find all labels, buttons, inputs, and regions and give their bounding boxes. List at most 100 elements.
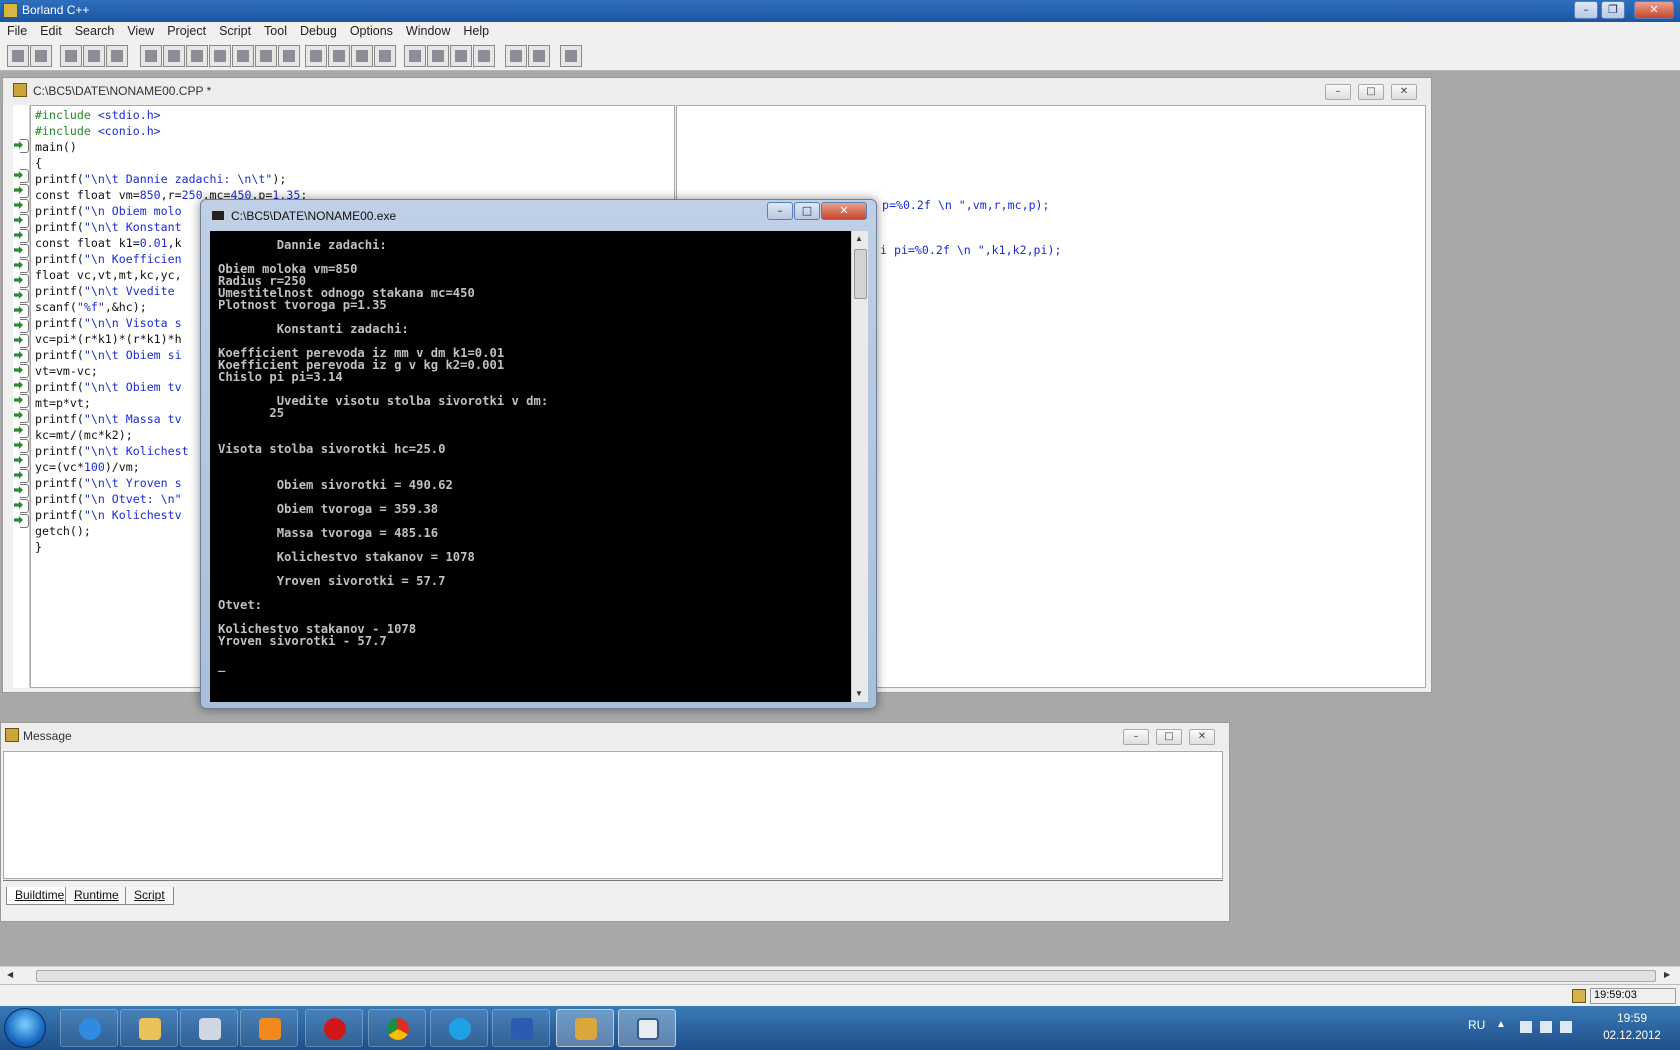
trace-into-icon[interactable]	[209, 45, 231, 67]
menu-options[interactable]: Options	[343, 22, 399, 38]
breakpoint-marker-icon[interactable]	[14, 214, 29, 228]
app-minimize-button[interactable]: –	[1574, 1, 1598, 19]
scroll-down-arrow-icon[interactable]: ▼	[855, 689, 863, 698]
breakpoint-marker-icon[interactable]	[14, 424, 29, 438]
editor-minimize-button[interactable]: –	[1325, 84, 1351, 100]
breakpoint-marker-icon[interactable]	[14, 304, 29, 318]
breakpoint-marker-icon[interactable]	[14, 469, 29, 483]
editor-maximize-button[interactable]: □	[1358, 84, 1384, 100]
taskbar-console[interactable]	[618, 1009, 676, 1047]
console-maximize-button[interactable]: □	[794, 202, 820, 220]
menu-search[interactable]: Search	[68, 22, 121, 38]
search-again-icon[interactable]	[450, 45, 472, 67]
start-button[interactable]	[4, 1008, 46, 1048]
network-icon[interactable]	[1540, 1021, 1552, 1033]
help-pointer-icon[interactable]	[560, 45, 582, 67]
copy-icon[interactable]	[351, 45, 373, 67]
tray-date[interactable]: 02.12.2012	[1592, 1030, 1672, 1042]
tab-script[interactable]: Script	[125, 887, 174, 905]
message-minimize-button[interactable]: –	[1123, 729, 1149, 745]
horizontal-scroll-thumb[interactable]	[36, 970, 1656, 982]
step-over-icon[interactable]	[186, 45, 208, 67]
taskbar-word[interactable]	[492, 1009, 550, 1047]
taskbar-internet-explorer[interactable]	[60, 1009, 118, 1047]
breakpoint-marker-icon[interactable]	[14, 454, 29, 468]
editor-close-button[interactable]: ✕	[1391, 84, 1417, 100]
save-project-icon[interactable]	[30, 45, 52, 67]
undo-icon[interactable]	[305, 45, 327, 67]
breakpoint-marker-icon[interactable]	[14, 319, 29, 333]
paste-icon[interactable]	[374, 45, 396, 67]
taskbar-media-player[interactable]	[240, 1009, 298, 1047]
console-output-area[interactable]: Dannie zadachi: Obiem moloka vm=850 Radi…	[210, 231, 851, 702]
breakpoint-marker-icon[interactable]	[14, 379, 29, 393]
language-indicator[interactable]: RU	[1468, 1018, 1485, 1032]
message-list[interactable]	[3, 751, 1223, 879]
menu-project[interactable]: Project	[160, 22, 212, 38]
show-hidden-icons-icon[interactable]: ▲	[1496, 1019, 1506, 1030]
breakpoint-marker-icon[interactable]	[14, 484, 29, 498]
breakpoint-marker-icon[interactable]	[14, 394, 29, 408]
message-close-button[interactable]: ✕	[1189, 729, 1215, 745]
run-icon[interactable]	[232, 45, 254, 67]
breakpoint-marker-icon[interactable]	[14, 229, 29, 243]
menu-script[interactable]: Script	[212, 22, 257, 38]
menu-debug[interactable]: Debug	[293, 22, 343, 38]
breakpoint-marker-icon[interactable]	[14, 409, 29, 423]
find-icon[interactable]	[404, 45, 426, 67]
breakpoint-marker-icon[interactable]	[14, 259, 29, 273]
menu-edit[interactable]: Edit	[33, 22, 68, 38]
mdi-horizontal-scrollbar[interactable]: ◀ ▶	[0, 966, 1680, 984]
breakpoint-marker-icon[interactable]	[14, 349, 29, 363]
breakpoint-marker-icon[interactable]	[14, 499, 29, 513]
menu-tool[interactable]: Tool	[257, 22, 293, 38]
breakpoint-marker-icon[interactable]	[14, 169, 29, 183]
console-scroll-thumb[interactable]	[854, 249, 867, 299]
taskbar-opera[interactable]	[305, 1009, 363, 1047]
taskbar-explorer[interactable]	[120, 1009, 178, 1047]
menu-view[interactable]: View	[120, 22, 160, 38]
tab-buildtime[interactable]: Buildtime	[6, 887, 74, 905]
breakpoint-marker-icon[interactable]	[14, 364, 29, 378]
save-file-icon[interactable]	[106, 45, 128, 67]
taskbar-chrome[interactable]	[368, 1009, 426, 1047]
breakpoint-marker-icon[interactable]	[14, 274, 29, 288]
taskbar-skype[interactable]	[430, 1009, 488, 1047]
breakpoint-marker-icon[interactable]	[14, 289, 29, 303]
scroll-left-arrow-icon[interactable]: ◀	[7, 970, 13, 979]
view-globals-icon[interactable]	[528, 45, 550, 67]
taskbar-calculator[interactable]	[180, 1009, 238, 1047]
menu-window[interactable]: Window	[399, 22, 456, 38]
menu-file[interactable]: File	[0, 22, 33, 38]
breakpoint-marker-icon[interactable]	[14, 244, 29, 258]
app-restore-button[interactable]: ❐	[1601, 1, 1625, 19]
volume-icon[interactable]	[1560, 1021, 1572, 1033]
menu-help[interactable]: Help	[456, 22, 495, 38]
breakpoint-marker-icon[interactable]	[14, 184, 29, 198]
cut-icon[interactable]	[328, 45, 350, 67]
breakpoint-marker-icon[interactable]	[14, 334, 29, 348]
breakpoint-marker-icon[interactable]	[14, 199, 29, 213]
compile-icon[interactable]	[163, 45, 185, 67]
tray-time[interactable]: 19:59	[1592, 1011, 1672, 1025]
scroll-right-arrow-icon[interactable]: ▶	[1664, 970, 1670, 979]
breakpoint-marker-icon[interactable]	[14, 139, 29, 153]
view-classes-icon[interactable]	[505, 45, 527, 67]
tab-runtime[interactable]: Runtime	[65, 887, 128, 905]
action-center-flag-icon[interactable]	[1520, 1021, 1532, 1033]
scroll-up-arrow-icon[interactable]: ▲	[855, 234, 863, 243]
replace-icon[interactable]	[427, 45, 449, 67]
breakpoint-marker-icon[interactable]	[14, 439, 29, 453]
console-scrollbar[interactable]: ▲ ▼	[851, 231, 868, 702]
console-minimize-button[interactable]: –	[767, 202, 793, 220]
browse-icon[interactable]	[473, 45, 495, 67]
pause-icon[interactable]	[255, 45, 277, 67]
taskbar-borland[interactable]	[556, 1009, 614, 1047]
open-project-icon[interactable]	[7, 45, 29, 67]
message-maximize-button[interactable]: □	[1156, 729, 1182, 745]
breakpoint-marker-icon[interactable]	[14, 514, 29, 528]
breakpoint-icon[interactable]	[278, 45, 300, 67]
app-close-button[interactable]: ✕	[1634, 1, 1674, 19]
new-file-icon[interactable]	[60, 45, 82, 67]
console-close-button[interactable]: ✕	[821, 202, 867, 220]
